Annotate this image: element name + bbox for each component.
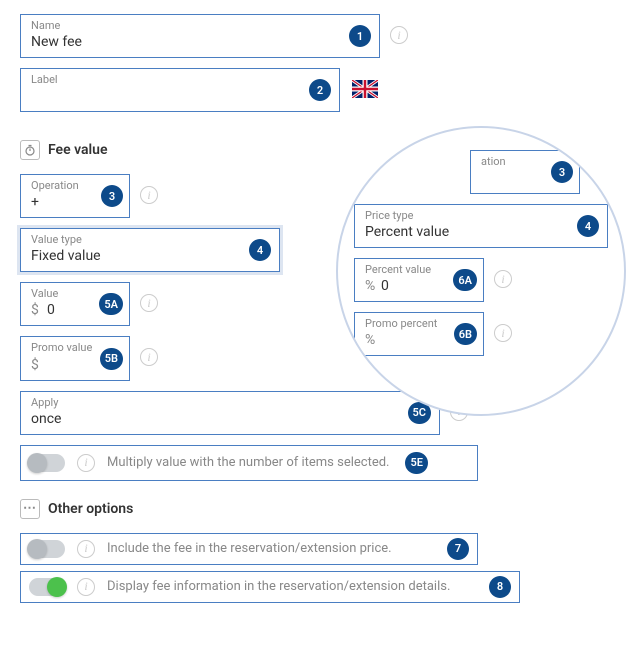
label-field[interactable]: Label 2: [20, 68, 340, 112]
promo-value-prefix: $: [31, 357, 47, 373]
name-label: Name: [31, 20, 369, 32]
price-type-field[interactable]: Price type Percent value 4: [354, 204, 608, 248]
info-icon[interactable]: i: [140, 294, 158, 312]
name-field[interactable]: Name New fee 1: [20, 14, 380, 58]
stopwatch-icon: [20, 140, 40, 160]
operation-field[interactable]: Operation + 3: [20, 174, 130, 218]
display-fee-label: Display fee information in the reservati…: [107, 579, 450, 594]
promo-percent-prefix: %: [365, 332, 381, 348]
value-prefix: $: [31, 302, 47, 318]
badge-multiply: 5E: [405, 452, 428, 474]
fee-value-title: Fee value: [48, 142, 108, 158]
badge-label: 2: [309, 79, 331, 101]
ellipsis-icon: ⋯: [20, 499, 40, 519]
callout-circle: ation 3 i Price type Percent value 4 Per…: [336, 126, 626, 416]
percent-value-field[interactable]: Percent value %0 6A: [354, 258, 484, 302]
label-label: Label: [31, 74, 329, 86]
apply-label: Apply: [31, 397, 429, 409]
label-value: [31, 88, 329, 105]
badge-value: 5A: [99, 293, 123, 315]
multiply-toggle[interactable]: [29, 454, 65, 472]
badge-display-fee: 8: [489, 576, 511, 598]
other-options-section-header: ⋯ Other options: [20, 499, 620, 519]
badge-include-fee: 7: [447, 538, 469, 560]
badge-operation: 3: [101, 185, 123, 207]
price-type-value: Percent value: [365, 224, 597, 241]
include-fee-toggle[interactable]: [29, 540, 65, 558]
info-icon[interactable]: i: [140, 348, 158, 366]
display-fee-row: i Display fee information in the reserva…: [20, 571, 520, 603]
info-icon[interactable]: i: [494, 270, 512, 288]
value-type-label: Value type: [31, 234, 269, 246]
info-icon[interactable]: i: [140, 186, 158, 204]
info-icon[interactable]: i: [77, 540, 95, 558]
other-options-title: Other options: [48, 501, 133, 517]
value-field[interactable]: Value $0 5A: [20, 282, 130, 326]
value-type-field[interactable]: Value type Fixed value 4: [20, 228, 280, 272]
include-fee-label: Include the fee in the reservation/exten…: [107, 541, 392, 556]
badge-price-type: 4: [577, 215, 599, 237]
info-icon[interactable]: i: [77, 578, 95, 596]
multiply-label: Multiply value with the number of items …: [107, 455, 389, 470]
multiply-row: i Multiply value with the number of item…: [20, 445, 478, 481]
apply-value: once: [31, 411, 429, 428]
badge-callout-operation: 3: [551, 161, 573, 183]
flag-uk-icon[interactable]: [350, 74, 380, 104]
badge-value-type: 4: [249, 239, 271, 261]
promo-percent-field[interactable]: Promo percent % 6B: [354, 312, 484, 356]
badge-percent-value: 6A: [453, 269, 477, 291]
callout-operation-field[interactable]: ation 3: [470, 150, 580, 194]
badge-promo-value: 5B: [100, 348, 123, 370]
percent-value-prefix: %: [365, 278, 381, 294]
name-value: New fee: [31, 34, 369, 51]
include-fee-row: i Include the fee in the reservation/ext…: [20, 533, 478, 565]
price-type-label: Price type: [365, 210, 597, 222]
promo-value-field[interactable]: Promo value $ 5B: [20, 336, 130, 380]
apply-field[interactable]: Apply once 5C: [20, 391, 440, 435]
value-type-value: Fixed value: [31, 248, 269, 265]
display-fee-toggle[interactable]: [29, 578, 65, 596]
badge-promo-percent: 6B: [454, 323, 477, 345]
info-icon[interactable]: i: [590, 162, 608, 180]
badge-name: 1: [349, 25, 371, 47]
info-icon[interactable]: i: [494, 324, 512, 342]
info-icon[interactable]: i: [390, 26, 408, 44]
info-icon[interactable]: i: [77, 454, 95, 472]
